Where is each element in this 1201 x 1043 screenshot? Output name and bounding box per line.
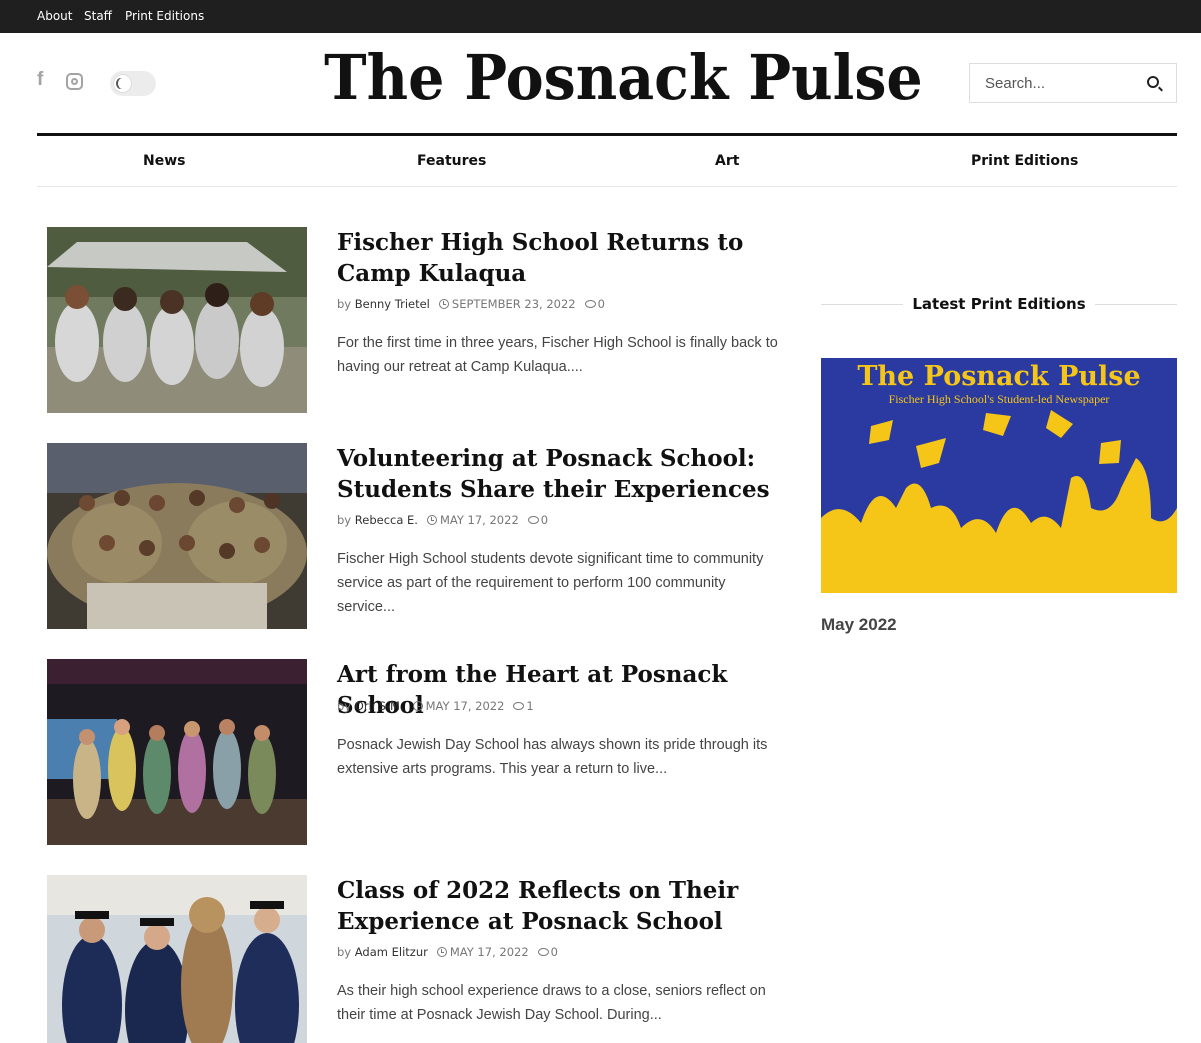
- search-icon[interactable]: [1147, 76, 1159, 88]
- nav-top-border: [37, 133, 1177, 136]
- article-meta: by Adam Elitzur MAY 17, 2022 0: [337, 945, 558, 959]
- article-excerpt: Fischer High School students devote sign…: [337, 551, 764, 615]
- graduation-illustration: [821, 410, 1177, 593]
- article-thumbnail[interactable]: [47, 659, 307, 845]
- article-author[interactable]: Benny Trietel: [355, 297, 430, 311]
- search-box: [969, 63, 1177, 103]
- print-edition-label[interactable]: May 2022: [821, 615, 897, 635]
- comment-icon: [527, 516, 539, 524]
- clock-icon: [436, 947, 447, 957]
- topbar-link-about[interactable]: About: [37, 9, 72, 23]
- comment-icon: [584, 300, 596, 308]
- article-date[interactable]: MAY 17, 2022: [450, 945, 529, 959]
- top-bar: About Staff Print Editions: [0, 0, 1201, 33]
- by-label: by: [337, 297, 352, 311]
- nav-item-print-editions[interactable]: Print Editions: [971, 153, 1078, 169]
- moon-icon: [113, 74, 132, 93]
- search-input[interactable]: [970, 64, 1140, 102]
- nav-bottom-border: [37, 186, 1177, 187]
- article-meta: by Benny Trietel SEPTEMBER 23, 2022 0: [337, 297, 605, 311]
- site-logo[interactable]: The Posnack Pulse: [324, 34, 923, 122]
- article-excerpt: For the first time in three years, Fisch…: [337, 335, 778, 375]
- comment-count[interactable]: 0: [598, 297, 605, 311]
- print-edition-cover[interactable]: The Posnack Pulse Fischer High School's …: [821, 358, 1177, 593]
- comment-count[interactable]: 0: [541, 513, 548, 527]
- comment-icon: [537, 948, 549, 956]
- instagram-icon[interactable]: [66, 73, 83, 90]
- article-author[interactable]: Adam Elitzur: [355, 945, 428, 959]
- by-label: by: [337, 699, 352, 713]
- by-label: by: [337, 945, 352, 959]
- facebook-icon[interactable]: f: [37, 69, 43, 91]
- clock-icon: [438, 299, 449, 309]
- topbar-link-staff[interactable]: Staff: [84, 9, 112, 23]
- article-thumbnail[interactable]: [47, 875, 307, 1043]
- comment-count[interactable]: 1: [526, 699, 533, 713]
- article-thumbnail[interactable]: [47, 227, 307, 413]
- article-author[interactable]: Rebecca E.: [355, 513, 418, 527]
- article-title[interactable]: Volunteering at Posnack School: Students…: [337, 443, 787, 505]
- article-date[interactable]: SEPTEMBER 23, 2022: [452, 297, 576, 311]
- article-date[interactable]: MAY 17, 2022: [426, 699, 505, 713]
- article-meta: by Rebecca E. MAY 17, 2022 0: [337, 513, 548, 527]
- article-date[interactable]: MAY 17, 2022: [440, 513, 519, 527]
- nav-item-news[interactable]: News: [143, 153, 185, 169]
- comment-icon: [513, 702, 525, 710]
- article-excerpt: As their high school experience draws to…: [337, 983, 766, 1023]
- article-excerpt: Posnack Jewish Day School has always sho…: [337, 737, 768, 777]
- article-meta: by Orli S-M. MAY 17, 2022 1: [337, 699, 534, 713]
- by-label: by: [337, 513, 352, 527]
- nav-item-features[interactable]: Features: [417, 153, 486, 169]
- topbar-link-print-editions[interactable]: Print Editions: [125, 9, 204, 23]
- clock-icon: [412, 701, 423, 711]
- dark-mode-toggle[interactable]: [110, 71, 156, 96]
- clock-icon: [426, 515, 437, 525]
- article-title[interactable]: Class of 2022 Reflects on Their Experien…: [337, 875, 787, 937]
- widget-divider-right: [1095, 304, 1177, 305]
- article-thumbnail[interactable]: [47, 443, 307, 629]
- comment-count[interactable]: 0: [551, 945, 558, 959]
- nav-item-art[interactable]: Art: [715, 153, 739, 169]
- article-author[interactable]: Orli S-M.: [355, 699, 404, 713]
- article-title[interactable]: Fischer High School Returns to Camp Kula…: [337, 227, 787, 289]
